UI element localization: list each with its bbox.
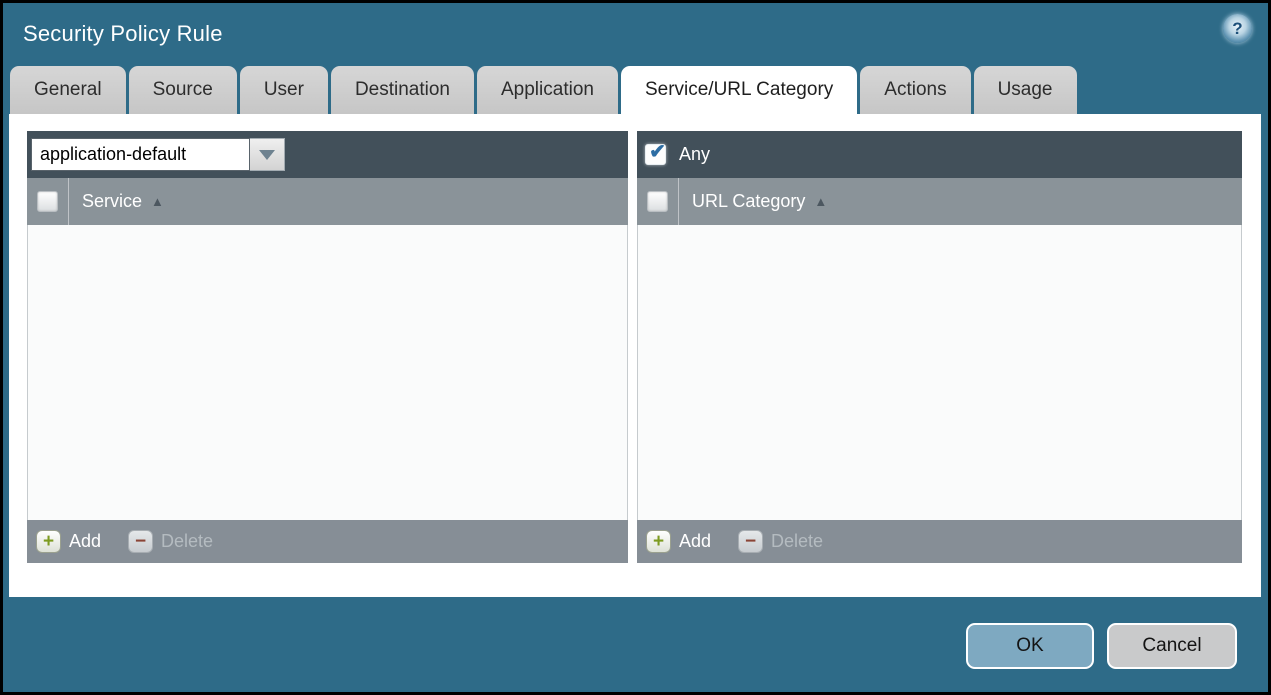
help-button[interactable]: ? — [1223, 14, 1252, 43]
tab-content-area: Service ▲ + Add − Delete ✔ An — [9, 114, 1261, 597]
service-list — [27, 225, 628, 520]
sort-asc-icon: ▲ — [151, 194, 164, 209]
tab-service-url-category[interactable]: Service/URL Category — [620, 66, 858, 114]
sort-asc-icon: ▲ — [814, 194, 828, 209]
service-column-header[interactable]: Service — [82, 191, 142, 212]
tab-destination[interactable]: Destination — [330, 66, 474, 114]
service-add-label: Add — [69, 531, 102, 551]
service-add-button[interactable]: + Add — [36, 530, 101, 553]
tab-source[interactable]: Source — [128, 66, 237, 114]
help-icon: ? — [1232, 19, 1243, 38]
url-category-panel: ✔ Any URL Category ▲ + Add − Delete — [637, 131, 1242, 563]
service-panel: Service ▲ + Add − Delete — [27, 131, 628, 563]
url-category-footer: + Add − Delete — [637, 520, 1242, 563]
check-icon: ✔ — [649, 140, 666, 163]
dialog-titlebar: Security Policy Rule ? — [3, 3, 1268, 65]
tab-user[interactable]: User — [239, 66, 328, 114]
page-title: Security Policy Rule — [23, 21, 223, 46]
service-footer: + Add − Delete — [27, 520, 628, 563]
service-type-input[interactable] — [31, 138, 250, 171]
url-category-delete-button[interactable]: − Delete — [738, 530, 823, 553]
service-type-dropdown-button[interactable] — [250, 138, 285, 171]
service-toolbar — [27, 131, 628, 178]
tab-application[interactable]: Application — [477, 66, 618, 114]
tab-actions[interactable]: Actions — [860, 66, 971, 114]
url-category-column-header[interactable]: URL Category — [692, 191, 805, 212]
plus-icon: + — [36, 530, 61, 553]
any-label: Any — [679, 144, 711, 164]
url-category-select-all-cell — [637, 178, 679, 225]
url-category-toolbar: ✔ Any — [637, 131, 1242, 178]
url-category-table-header: URL Category ▲ — [637, 178, 1242, 225]
url-category-delete-label: Delete — [771, 531, 824, 551]
tab-strip: General Source User Destination Applicat… — [10, 66, 1077, 114]
service-select-all-checkbox[interactable] — [37, 191, 58, 212]
cancel-button[interactable]: Cancel — [1107, 623, 1237, 669]
ok-button[interactable]: OK — [966, 623, 1094, 669]
dialog-button-row: OK Cancel — [966, 623, 1237, 669]
minus-icon: − — [738, 530, 764, 553]
plus-icon: + — [646, 530, 671, 553]
security-policy-rule-dialog: Security Policy Rule ? General Source Us… — [3, 3, 1268, 692]
url-category-add-button[interactable]: + Add — [646, 530, 711, 553]
tab-general[interactable]: General — [10, 66, 126, 114]
any-checkbox[interactable]: ✔ — [645, 140, 666, 165]
url-category-add-label: Add — [679, 531, 712, 551]
url-category-select-all-checkbox[interactable] — [647, 191, 668, 212]
url-category-list — [637, 225, 1242, 520]
service-select-all-cell — [27, 178, 69, 225]
service-delete-button[interactable]: − Delete — [128, 530, 213, 553]
service-type-dropdown — [31, 138, 285, 171]
service-table-header: Service ▲ — [27, 178, 628, 225]
chevron-down-icon — [259, 149, 275, 160]
tab-usage[interactable]: Usage — [973, 66, 1077, 114]
service-delete-label: Delete — [161, 531, 214, 551]
minus-icon: − — [128, 530, 154, 553]
